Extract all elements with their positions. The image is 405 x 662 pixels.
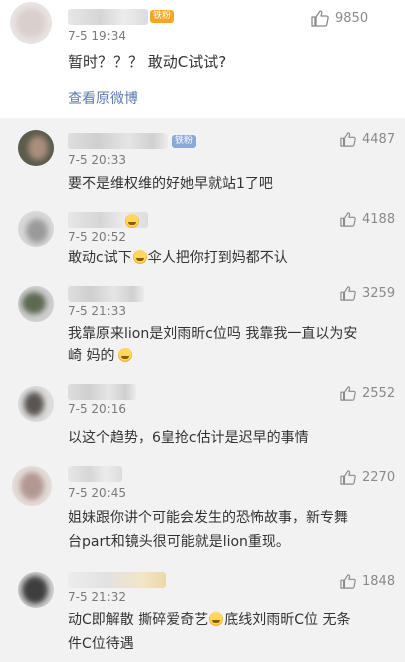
like-count: 4487	[362, 132, 396, 147]
reply-time: 7-5 20:33	[68, 153, 126, 167]
reply-text: 台part和镜头很可能就是lion重现。	[68, 534, 290, 550]
thumbs-up-icon	[340, 574, 356, 589]
reply-text: 要不是维权维的好她早就站1了吧	[68, 176, 273, 192]
like-button[interactable]: 2270	[340, 470, 395, 485]
view-original-weibo-link[interactable]: 查看原微博	[68, 88, 138, 108]
main-comment: 铁粉 7-5 19:34 9850 暂时？？？ 敢动C试试? 查看原微博	[0, 0, 405, 118]
comment-time: 7-5 19:34	[68, 29, 126, 43]
like-count: 3259	[362, 286, 396, 301]
emoji-icon	[125, 214, 139, 228]
reply-text-line: 动C即解散 撕碎爱奇艺 底线刘雨昕C位 无条	[68, 608, 350, 632]
username-blurred[interactable]	[68, 9, 148, 25]
username-blurred[interactable]	[68, 572, 166, 588]
list-item: 7-5 20:52 4188 敢动c试下 伞人把你打到妈都不认	[0, 206, 405, 282]
thumbs-up-icon	[340, 470, 356, 485]
like-count: 4188	[362, 212, 396, 227]
reply-text-line: 崎 妈的	[68, 344, 133, 368]
reply-text-part: 敢动c试下	[68, 250, 132, 266]
list-item: 7-5 20:16 2552 以这个趋势，6皇抢c估计是迟早的事情	[0, 380, 405, 460]
emoji-icon	[209, 612, 224, 626]
like-count: 1848	[362, 574, 396, 589]
reply-text-part: 崎 妈的	[68, 348, 115, 364]
avatar[interactable]	[18, 130, 54, 166]
like-button[interactable]: 4188	[340, 212, 395, 227]
like-button[interactable]: 1848	[340, 574, 395, 589]
like-button[interactable]: 2552	[340, 386, 395, 401]
fan-badge: 铁粉	[150, 10, 175, 23]
avatar[interactable]	[18, 386, 54, 422]
reply-text-part: 伞人把你打到妈都不认	[147, 250, 288, 266]
reply-time: 7-5 21:32	[68, 590, 126, 604]
thumbs-up-icon	[311, 10, 329, 27]
reply-time: 7-5 21:33	[68, 304, 126, 318]
reply-text: 姐妹跟你讲个可能会发生的恐怖故事，新专舞	[68, 510, 348, 526]
thumbs-up-icon	[340, 286, 356, 301]
thumbs-up-icon	[340, 212, 356, 227]
username-blurred[interactable]	[68, 286, 144, 302]
reply-time: 7-5 20:52	[68, 230, 126, 244]
fan-badge: 铁粉	[172, 135, 197, 148]
list-item: 铁粉 7-5 20:33 4487 要不是维权维的好她早就站1了吧	[0, 118, 405, 198]
username-blurred[interactable]	[68, 133, 168, 149]
like-count: 9850	[335, 11, 369, 26]
like-count: 2270	[362, 470, 396, 485]
username-blurred[interactable]	[68, 384, 136, 400]
like-button[interactable]: 3259	[340, 286, 395, 301]
username-blurred[interactable]	[68, 466, 122, 482]
comment-text: 暂时？？？ 敢动C试试?	[68, 53, 227, 71]
reply-time: 7-5 20:45	[68, 486, 126, 500]
emoji-icon	[132, 250, 147, 264]
avatar[interactable]	[12, 466, 52, 506]
reply-time: 7-5 20:16	[68, 402, 126, 416]
list-item: 7-5 21:33 3259 我靠原来lion是刘雨昕c位吗 我靠我一直以为安 …	[0, 282, 405, 382]
like-button[interactable]: 9850	[311, 10, 368, 27]
thumbs-up-icon	[340, 132, 356, 147]
emoji-icon	[118, 348, 133, 362]
reply-text: 以这个趋势，6皇抢c估计是迟早的事情	[68, 430, 309, 446]
reply-text-line: 敢动c试下 伞人把你打到妈都不认	[68, 246, 288, 270]
avatar[interactable]	[18, 572, 54, 608]
avatar[interactable]	[18, 211, 54, 247]
reply-list: 铁粉 7-5 20:33 4487 要不是维权维的好她早就站1了吧 7-5 20…	[0, 118, 405, 662]
like-count: 2552	[362, 386, 396, 401]
list-item: 7-5 21:32 1848 动C即解散 撕碎爱奇艺 底线刘雨昕C位 无条 件C位…	[0, 568, 405, 662]
reply-text: 我靠原来lion是刘雨昕c位吗 我靠我一直以为安	[68, 326, 358, 342]
reply-text-part: 底线刘雨昕C位 无条	[224, 612, 351, 628]
reply-text-part: 动C即解散 撕碎爱奇艺	[68, 612, 209, 628]
avatar[interactable]	[10, 2, 52, 44]
thumbs-up-icon	[340, 386, 356, 401]
reply-text: 件C位待遇	[68, 636, 134, 652]
avatar[interactable]	[18, 286, 54, 322]
like-button[interactable]: 4487	[340, 132, 395, 147]
list-item: 7-5 20:45 2270 姐妹跟你讲个可能会发生的恐怖故事，新专舞 台par…	[0, 462, 405, 566]
